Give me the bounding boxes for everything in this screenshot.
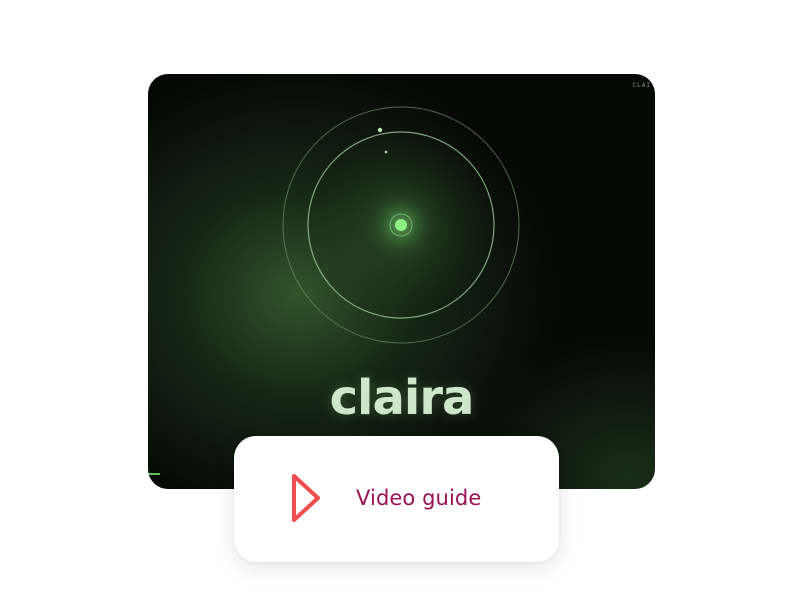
core-dot <box>395 219 407 231</box>
orbit-graphic <box>282 106 520 344</box>
satellite-dot-2 <box>384 150 388 154</box>
brand-wordmark: claira <box>329 370 475 426</box>
play-icon <box>292 474 320 522</box>
stage: CLAI claira Video guide <box>0 0 800 600</box>
satellite-dot-1 <box>377 127 383 133</box>
video-progress <box>148 473 160 475</box>
video-thumbnail[interactable]: CLAI claira <box>148 74 655 489</box>
video-guide-button[interactable]: Video guide <box>234 436 559 562</box>
video-guide-label: Video guide <box>356 486 482 510</box>
